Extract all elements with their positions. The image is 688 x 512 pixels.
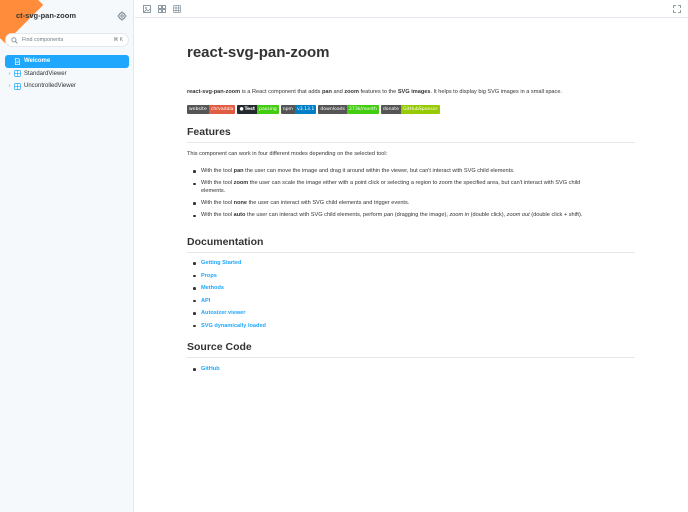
sidebar: ct-svg-pan-zoom Find components ⌘ K Welc… — [0, 0, 134, 512]
list-item: GitHub — [193, 366, 220, 373]
feature-text: (double click), — [469, 212, 507, 219]
badge-row: website chrvadala ●Test passing npm v3.1… — [187, 105, 440, 114]
document-icon — [14, 57, 21, 65]
sidebar-item-uncontrolledviewer[interactable]: › UncontrolledViewer — [5, 80, 129, 93]
feature-tool: zoom — [233, 180, 249, 187]
sidebar-item-welcome[interactable]: Welcome — [5, 55, 129, 68]
feature-text: the user can scale the image either with… — [248, 180, 581, 187]
list-item: With the tool pan the user can move the … — [193, 168, 582, 175]
badge-test[interactable]: ●Test passing — [237, 105, 279, 114]
features-lead: This component can work in four differen… — [187, 151, 388, 157]
link-props[interactable]: Props — [201, 273, 217, 279]
features-heading: Features — [187, 126, 231, 138]
intro-bold-pan: pan — [321, 89, 332, 95]
badge-donate[interactable]: donate GitHubSponsor — [380, 105, 440, 114]
fullscreen-icon[interactable] — [672, 4, 682, 14]
divider — [187, 142, 635, 143]
badge-label: downloads — [318, 105, 347, 114]
image-icon[interactable] — [142, 4, 152, 14]
link-svg-dynamically-loaded[interactable]: SVG dynamically loaded — [201, 323, 266, 329]
chevron-right-icon[interactable]: › — [7, 71, 12, 77]
list-item: With the tool auto the user can interact… — [193, 212, 582, 219]
badge-label: donate — [380, 105, 401, 114]
list-item: With the tool zoom the user can scale th… — [193, 180, 582, 194]
badge-label: website — [187, 105, 209, 114]
sidebar-item-label: UncontrolledViewer — [24, 83, 76, 90]
brand-title[interactable]: ct-svg-pan-zoom — [16, 11, 76, 20]
link-api[interactable]: API — [201, 298, 210, 304]
feature-text: the user can interact with SVG child ele… — [245, 212, 384, 219]
feature-italic: zoom out — [506, 212, 530, 219]
list-item: SVG dynamically loaded — [193, 323, 266, 330]
feature-text: With the tool — [201, 168, 234, 174]
badge-website[interactable]: website chrvadala — [187, 105, 236, 114]
link-getting-started[interactable]: Getting Started — [201, 260, 241, 266]
sidebar-item-label: StandardViewer — [24, 70, 67, 77]
badge-downloads[interactable]: downloads 273k/month — [318, 105, 379, 114]
feature-text: (double click + shift). — [529, 212, 583, 219]
features-list: With the tool pan the user can move the … — [193, 168, 582, 225]
feature-text: With the tool — [201, 199, 234, 206]
feature-italic: pan — [383, 212, 394, 219]
badge-value: v3.13.1 — [295, 105, 317, 114]
search-icon — [11, 36, 18, 44]
list-item: API — [193, 298, 266, 305]
list-item: Autosizer viewer — [193, 310, 266, 317]
link-github[interactable]: GitHub — [201, 366, 220, 372]
feature-tool: pan — [233, 168, 244, 174]
feature-text: (dragging the image), — [393, 212, 450, 219]
intro-bold-svg: SVG images — [397, 89, 431, 95]
documentation-heading: Documentation — [187, 236, 264, 248]
sidebar-item-label: Welcome — [24, 58, 51, 65]
badge-value: GitHubSponsor — [400, 105, 440, 114]
feature-text: the user can move the image and drag it … — [243, 168, 515, 174]
badge-value: passing — [257, 105, 279, 114]
github-icon-label: ●Test — [237, 105, 258, 114]
intro-text: is a React component that adds — [240, 89, 322, 95]
grid-icon[interactable] — [172, 4, 182, 14]
feature-tool: auto — [233, 212, 246, 219]
intro-bold-name: react-svg-pan-zoom — [187, 89, 241, 95]
page-title: react-svg-pan-zoom — [187, 44, 330, 61]
sidebar-item-standardviewer[interactable]: › StandardViewer — [5, 68, 129, 81]
toolbar — [135, 0, 688, 18]
intro-text: . It helps to display big SVG images in … — [430, 89, 563, 95]
list-item: Getting Started — [193, 260, 266, 267]
search-input[interactable]: Find components ⌘ K — [5, 33, 129, 47]
feature-text: With the tool — [201, 180, 234, 187]
link-autosizer-viewer[interactable]: Autosizer viewer — [201, 310, 245, 316]
list-item: With the tool none the user can interact… — [193, 200, 582, 207]
badge-value: 273k/month — [346, 105, 379, 114]
badge-npm[interactable]: npm v3.13.1 — [280, 105, 317, 114]
gear-icon[interactable] — [117, 11, 127, 21]
feature-text: the user can interact with SVG child ele… — [247, 199, 410, 206]
documentation-links: Getting Started Props Methods API Autosi… — [193, 260, 266, 335]
list-item: Props — [193, 273, 266, 280]
intro-paragraph: react-svg-pan-zoom is a React component … — [187, 89, 562, 95]
source-code-heading: Source Code — [187, 341, 252, 353]
intro-bold-zoom: zoom — [344, 89, 359, 95]
divider — [187, 357, 635, 358]
component-icon — [14, 82, 21, 90]
feature-italic: zoom in — [449, 212, 470, 219]
search-shortcut: ⌘ K — [113, 37, 123, 43]
source-links: GitHub — [193, 366, 220, 379]
feature-tool: none — [233, 199, 248, 206]
badge-label: Test — [244, 107, 256, 112]
intro-text: features to the — [358, 89, 398, 95]
story-tree: Welcome › StandardViewer › UncontrolledV… — [5, 55, 129, 93]
badge-value: chrvadala — [208, 105, 236, 114]
search-placeholder: Find components — [22, 37, 64, 43]
feature-text: elements. — [201, 187, 226, 194]
component-icon — [14, 70, 21, 78]
badge-label: npm — [280, 105, 296, 114]
list-item: Methods — [193, 285, 266, 292]
feature-text: With the tool — [201, 212, 234, 219]
divider — [187, 252, 635, 253]
intro-text: and — [331, 89, 345, 95]
link-methods[interactable]: Methods — [201, 285, 224, 291]
zoom-grid-icon[interactable] — [157, 4, 167, 14]
chevron-right-icon[interactable]: › — [7, 83, 12, 89]
